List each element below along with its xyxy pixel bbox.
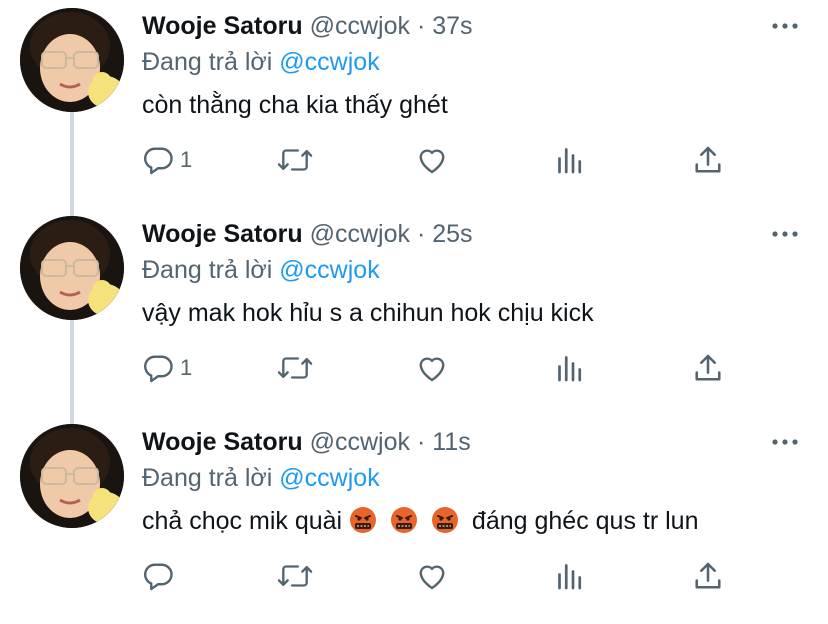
tweet-header: Wooje Satoru @ccwjok · 37s [142, 10, 473, 42]
display-name[interactable]: Wooje Satoru [142, 12, 303, 40]
reply-count: 1 [180, 147, 193, 172]
tweet-header: Wooje Satoru @ccwjok · 25s [142, 218, 473, 250]
retweet-button[interactable] [276, 348, 314, 388]
like-button[interactable] [414, 556, 450, 596]
tweet-text-end: đáng ghéc qus tr lun [471, 507, 699, 535]
analytics-icon [552, 142, 588, 178]
replying-to-label: Đang trả lời [142, 464, 273, 492]
avatar[interactable] [20, 424, 124, 528]
mention-link[interactable]: @ccwjok [279, 464, 379, 492]
tweet-text: chả chọc mik quài đáng ghéc qus tr lun [142, 504, 698, 538]
timestamp[interactable]: 25s [432, 220, 472, 248]
replying-to: Đang trả lời @ccwjok [142, 462, 380, 494]
tweet[interactable]: Wooje Satoru @ccwjok · 37s Đang trả lời … [0, 0, 828, 208]
analytics-icon [552, 350, 588, 386]
share-button[interactable] [690, 556, 726, 596]
reply-icon [140, 142, 176, 178]
user-handle[interactable]: @ccwjok [310, 220, 410, 248]
avatar[interactable] [20, 8, 124, 112]
display-name[interactable]: Wooje Satoru [142, 428, 303, 456]
analytics-button[interactable] [552, 348, 588, 388]
share-icon [690, 142, 726, 178]
tweet-text: còn thằng cha kia thấy ghét [142, 91, 448, 119]
like-icon [414, 350, 450, 386]
separator-dot: · [416, 428, 426, 456]
retweet-icon [276, 558, 314, 594]
tweet[interactable]: Wooje Satoru @ccwjok · 25s Đang trả lời … [0, 208, 828, 416]
like-icon [414, 142, 450, 178]
action-bar [140, 556, 740, 596]
display-name[interactable]: Wooje Satoru [142, 220, 303, 248]
replying-to: Đang trả lời @ccwjok [142, 46, 380, 78]
timestamp[interactable]: 37s [432, 12, 472, 40]
retweet-button[interactable] [276, 556, 314, 596]
replying-to-label: Đang trả lời [142, 256, 273, 284]
avatar[interactable] [20, 216, 124, 320]
mention-link[interactable]: @ccwjok [279, 256, 379, 284]
more-icon[interactable] [770, 224, 800, 244]
like-icon [414, 558, 450, 594]
user-handle[interactable]: @ccwjok [310, 12, 410, 40]
face-with-symbols-on-mouth-icon [431, 507, 458, 533]
reply-count: 1 [180, 355, 193, 380]
tweet-header: Wooje Satoru @ccwjok · 11s [142, 426, 471, 458]
tweet-text-start: chả chọc mik quài [142, 507, 343, 535]
more-icon[interactable] [770, 432, 800, 452]
like-button[interactable] [414, 348, 450, 388]
timestamp[interactable]: 11s [432, 428, 470, 456]
analytics-icon [552, 558, 588, 594]
user-handle[interactable]: @ccwjok [310, 428, 410, 456]
face-with-symbols-on-mouth-icon [391, 507, 418, 533]
action-bar: 1 [140, 348, 740, 388]
share-icon [690, 350, 726, 386]
share-button[interactable] [690, 140, 726, 180]
separator-dot: · [416, 220, 426, 248]
tweet[interactable]: Wooje Satoru @ccwjok · 11s Đang trả lời … [0, 416, 828, 624]
share-icon [690, 558, 726, 594]
reply-icon [140, 350, 176, 386]
tweet-text: vậy mak hok hỉu s a chihun hok chịu kick [142, 299, 594, 327]
reply-button[interactable]: 1 [140, 348, 192, 388]
share-button[interactable] [690, 348, 726, 388]
analytics-button[interactable] [552, 140, 588, 180]
analytics-button[interactable] [552, 556, 588, 596]
retweet-button[interactable] [276, 140, 314, 180]
face-with-symbols-on-mouth-icon [350, 507, 377, 533]
replying-to: Đang trả lời @ccwjok [142, 254, 380, 286]
retweet-icon [276, 350, 314, 386]
like-button[interactable] [414, 140, 450, 180]
reply-icon [140, 558, 176, 594]
more-icon[interactable] [770, 16, 800, 36]
reply-button[interactable]: 1 [140, 140, 192, 180]
action-bar: 1 [140, 140, 740, 180]
mention-link[interactable]: @ccwjok [279, 48, 379, 76]
separator-dot: · [416, 12, 426, 40]
replying-to-label: Đang trả lời [142, 48, 273, 76]
retweet-icon [276, 142, 314, 178]
reply-button[interactable] [140, 556, 180, 596]
